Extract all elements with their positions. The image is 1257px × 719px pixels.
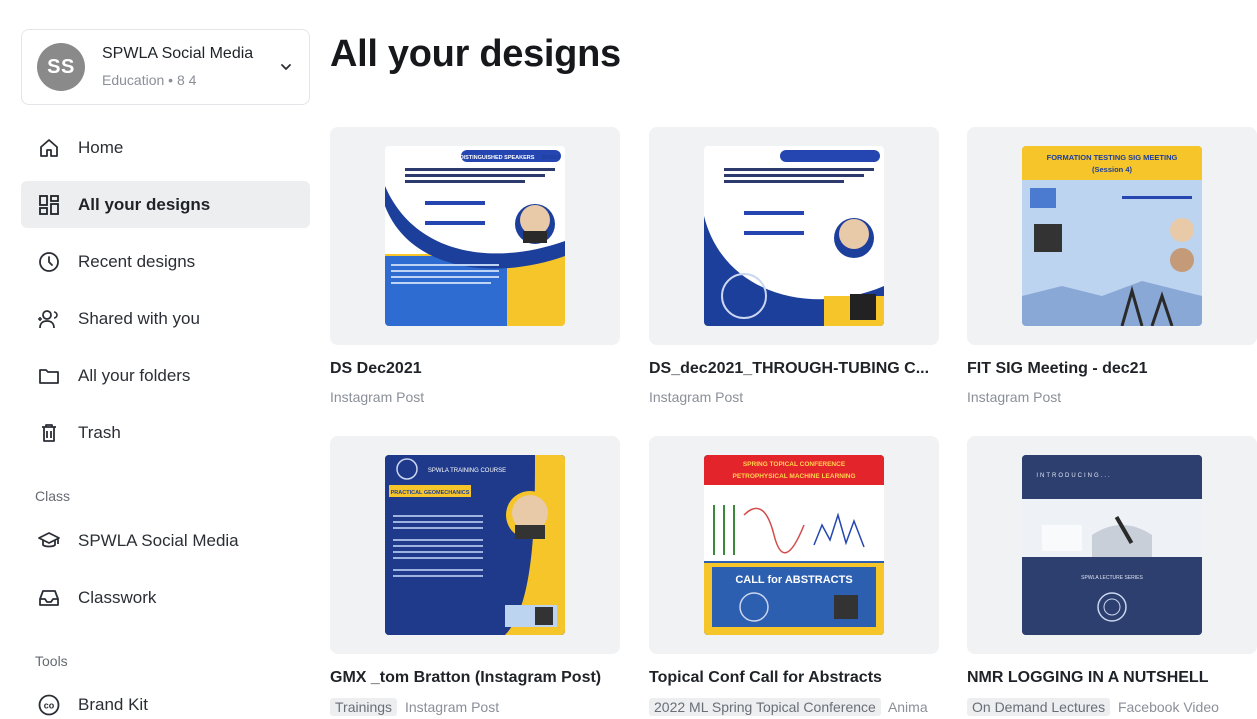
design-type: Anima xyxy=(887,699,928,715)
design-type: Instagram Post xyxy=(649,389,744,405)
design-tag[interactable]: On Demand Lectures xyxy=(967,698,1111,716)
design-card[interactable]: SPWLA TRAINING COURSE PRACTICAL GEOMECHA… xyxy=(330,436,620,716)
design-meta: Instagram Post xyxy=(967,389,1257,405)
thumb-sub-text: SPWLA LECTURE SERIES xyxy=(1081,575,1143,581)
design-tag[interactable]: Trainings xyxy=(330,698,398,716)
design-title[interactable]: NMR LOGGING IN A NUTSHELL xyxy=(967,669,1257,687)
thumb-header-text: SPWLA TRAINING COURSE xyxy=(428,468,506,474)
sidebar-item-label: All your folders xyxy=(78,365,191,385)
inbox-icon xyxy=(36,585,62,611)
design-type: Instagram Post xyxy=(967,389,1062,405)
design-thumbnail-frame[interactable]: SPWLA TRAINING COURSE PRACTICAL GEOMECHA… xyxy=(330,436,620,654)
sidebar-item-label: All your designs xyxy=(78,194,211,214)
thumb-header-text: DISTINGUISHED SPEAKERS xyxy=(460,155,535,161)
thumb-cta-text: CALL for ABSTRACTS xyxy=(735,574,852,586)
sidebar-item-label: Recent designs xyxy=(78,251,196,271)
design-thumbnail-frame[interactable]: INTRODUCING... SPWLA LECTURE SERIES xyxy=(967,436,1257,654)
design-thumbnail-frame[interactable]: SPRING TOPICAL CONFERENCE PETROPHYSICAL … xyxy=(649,436,939,654)
sidebar-item-label: Home xyxy=(78,137,124,157)
design-title[interactable]: FIT SIG Meeting - dec21 xyxy=(967,360,1257,378)
design-thumbnail: SPRING TOPICAL CONFERENCE PETROPHYSICAL … xyxy=(704,455,884,635)
thumb-intro-text: INTRODUCING... xyxy=(1036,473,1111,479)
design-card[interactable]: INTRODUCING... SPWLA LECTURE SERIES NMR … xyxy=(967,436,1257,716)
section-label-tools: Tools xyxy=(35,653,68,669)
sidebar-item-label: SPWLA Social Media xyxy=(78,530,239,550)
graduation-cap-icon xyxy=(36,528,62,554)
design-meta: Instagram Post xyxy=(649,389,939,405)
team-name: SPWLA Social Media xyxy=(102,45,254,62)
design-title[interactable]: Topical Conf Call for Abstracts xyxy=(649,669,939,687)
design-thumbnail xyxy=(704,146,884,326)
chevron-down-icon xyxy=(281,64,291,70)
thumb-sub-text: PRACTICAL GEOMECHANICS xyxy=(391,490,470,496)
sidebar-item-shared[interactable]: Shared with you xyxy=(21,295,310,342)
design-title[interactable]: GMX _tom Bratton (Instagram Post) xyxy=(330,669,620,687)
design-tag[interactable]: 2022 ML Spring Topical Conference xyxy=(649,698,881,716)
sidebar-item-label: Brand Kit xyxy=(78,694,148,714)
section-label-class: Class xyxy=(35,488,71,504)
design-type: Instagram Post xyxy=(330,389,425,405)
sidebar-item-all-designs[interactable]: All your designs xyxy=(21,181,310,228)
page-title: All your designs xyxy=(330,33,621,75)
thumb-session-text: (Session 4) xyxy=(1092,165,1133,174)
design-thumbnail-frame[interactable] xyxy=(649,127,939,345)
sidebar-item-recent[interactable]: Recent designs xyxy=(21,238,310,285)
design-thumbnail: FORMATION TESTING SIG MEETING (Session 4… xyxy=(1022,146,1202,326)
thumb-header-text: SPRING TOPICAL CONFERENCE xyxy=(743,461,846,468)
folder-icon xyxy=(36,363,62,389)
team-switcher[interactable]: SS SPWLA Social Media Education • 8 4 xyxy=(21,29,310,105)
design-type: Instagram Post xyxy=(404,699,500,715)
shared-users-icon xyxy=(36,306,62,332)
design-meta: Trainings Instagram Post xyxy=(330,698,620,716)
sidebar-item-class[interactable]: SPWLA Social Media xyxy=(21,517,310,564)
avatar: SS xyxy=(37,43,85,91)
design-thumbnail-frame[interactable]: FORMATION TESTING SIG MEETING (Session 4… xyxy=(967,127,1257,345)
design-meta: 2022 ML Spring Topical Conference Anima xyxy=(649,698,939,716)
thumb-sub-text: PETROPHYSICAL MACHINE LEARNING xyxy=(732,473,855,480)
design-card[interactable]: FORMATION TESTING SIG MEETING (Session 4… xyxy=(967,127,1257,405)
design-thumbnail: SPWLA TRAINING COURSE PRACTICAL GEOMECHA… xyxy=(385,455,565,635)
design-meta: On Demand Lectures Facebook Video xyxy=(967,698,1257,716)
clock-icon xyxy=(36,249,62,275)
home-icon xyxy=(36,135,62,161)
sidebar-item-home[interactable]: Home xyxy=(21,124,310,171)
sidebar-item-label: Classwork xyxy=(78,587,157,607)
design-card[interactable]: SPRING TOPICAL CONFERENCE PETROPHYSICAL … xyxy=(649,436,939,716)
design-meta: Instagram Post xyxy=(330,389,620,405)
sidebar-item-brand-kit[interactable]: co Brand Kit xyxy=(21,681,310,719)
design-title[interactable]: DS_dec2021_THROUGH-TUBING C... xyxy=(649,360,939,378)
team-meta: Education • 8 4 xyxy=(102,72,197,88)
grid-icon xyxy=(36,192,62,218)
design-thumbnail: DISTINGUISHED SPEAKERS SERIES xyxy=(385,146,565,326)
design-type: Facebook Video xyxy=(1117,699,1219,715)
sidebar-item-label: Shared with you xyxy=(78,308,200,328)
sidebar-item-trash[interactable]: Trash xyxy=(21,409,310,456)
design-thumbnail-frame[interactable]: DISTINGUISHED SPEAKERS SERIES xyxy=(330,127,620,345)
design-card[interactable]: DS_dec2021_THROUGH-TUBING C... Instagram… xyxy=(649,127,939,405)
design-thumbnail: INTRODUCING... SPWLA LECTURE SERIES xyxy=(1022,455,1202,635)
trash-icon xyxy=(36,420,62,446)
thumb-series-text: SERIES xyxy=(542,155,561,161)
thumb-header-text: FORMATION TESTING SIG MEETING xyxy=(1047,153,1178,162)
svg-text:co: co xyxy=(44,700,55,710)
sidebar-item-folders[interactable]: All your folders xyxy=(21,352,310,399)
sidebar-item-classwork[interactable]: Classwork xyxy=(21,574,310,621)
design-card[interactable]: DISTINGUISHED SPEAKERS SERIES DS Dec2021… xyxy=(330,127,620,405)
brand-kit-icon: co xyxy=(36,692,62,718)
sidebar-item-label: Trash xyxy=(78,422,121,442)
design-title[interactable]: DS Dec2021 xyxy=(330,360,620,378)
